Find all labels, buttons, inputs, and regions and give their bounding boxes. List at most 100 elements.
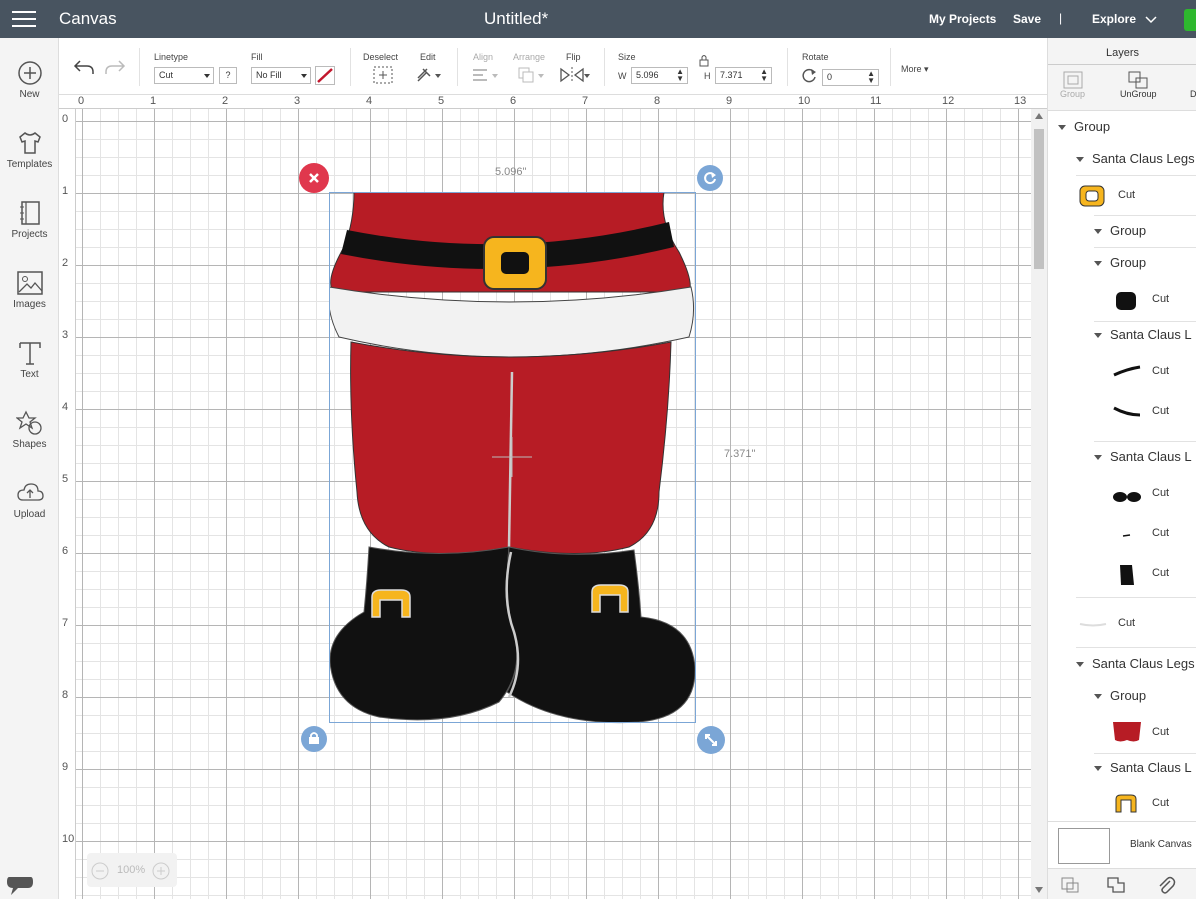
deselect-icon[interactable] <box>373 66 393 84</box>
layer-label: Cut <box>1118 189 1136 201</box>
ruler-tick: 1 <box>150 95 157 107</box>
image-icon <box>16 271 43 295</box>
rotate-label: Rotate <box>802 52 829 62</box>
layer-label: Group <box>1074 119 1111 134</box>
fill-select[interactable]: No Fill <box>251 67 311 84</box>
stepper-arrows-icon[interactable]: ▲ ▼ <box>760 68 768 83</box>
zoom-out-icon[interactable] <box>91 862 109 880</box>
buckle-thumbnail-icon <box>1079 185 1105 207</box>
height-input[interactable]: 7.371 ▲ ▼ <box>715 67 772 84</box>
rotate-icon <box>802 68 816 83</box>
edit-tools-icon[interactable] <box>415 66 443 84</box>
layer-label: Cut <box>1152 365 1170 377</box>
delete-handle[interactable] <box>299 163 329 193</box>
layer-row-group[interactable]: Santa Claus L <box>1094 449 1196 464</box>
attach-paperclip-icon[interactable] <box>1156 875 1176 895</box>
stepper-arrows-icon[interactable]: ▲ ▼ <box>676 68 684 83</box>
undo-icon[interactable] <box>73 58 95 76</box>
layer-row-cut[interactable]: Cut <box>1048 479 1196 519</box>
lock-proportions-handle[interactable] <box>301 726 327 752</box>
group-button[interactable]: Group <box>1060 71 1085 99</box>
ungroup-icon <box>1128 71 1148 89</box>
layer-divider <box>1094 441 1196 442</box>
layer-label: Santa Claus L <box>1110 760 1192 775</box>
ruler-tick: 7 <box>62 617 69 629</box>
color-swatch-icon[interactable] <box>315 66 335 85</box>
ruler-tick: 2 <box>62 257 69 269</box>
layer-row-group[interactable]: Group <box>1094 688 1196 703</box>
ruler-tick: 8 <box>654 95 661 107</box>
layer-row-cut[interactable]: Cut <box>1048 787 1196 821</box>
my-projects-link[interactable]: My Projects <box>929 12 996 26</box>
left-ruler: 0 1 2 3 4 5 6 7 8 9 10 <box>59 109 76 899</box>
layer-row-cut[interactable]: Cut <box>1048 519 1196 559</box>
sidebar-item-images[interactable]: Images <box>0 270 59 310</box>
blank-canvas-swatch[interactable] <box>1058 828 1110 864</box>
layers-header: Layers <box>1048 38 1196 65</box>
deselect-label: Deselect <box>363 52 399 62</box>
layer-row-cut[interactable]: Cut <box>1048 285 1196 325</box>
design-canvas[interactable]: 0 1 2 3 4 5 6 7 8 9 10 11 12 13 0 1 2 3 … <box>59 95 1047 899</box>
layer-label: Santa Claus Legs <box>1092 151 1195 166</box>
lock-icon[interactable] <box>698 54 710 67</box>
layer-row-group[interactable]: Santa Claus Legs <box>1076 151 1196 166</box>
zoom-in-icon[interactable] <box>152 862 170 880</box>
linetype-value: Cut <box>159 70 174 80</box>
layer-row-group[interactable]: Santa Claus Legs <box>1076 656 1196 671</box>
blank-canvas-row[interactable]: Blank Canvas <box>1048 821 1196 868</box>
height-dimension-label: 7.371" <box>724 448 756 460</box>
sidebar-item-projects[interactable]: Projects <box>0 200 59 240</box>
scroll-up-icon[interactable] <box>1035 113 1043 119</box>
scrollbar-thumb[interactable] <box>1034 129 1044 269</box>
resize-handle[interactable] <box>697 726 725 754</box>
hamburger-menu-icon[interactable] <box>12 11 36 29</box>
flip-icon[interactable] <box>559 66 591 84</box>
vertical-scrollbar[interactable] <box>1031 109 1047 899</box>
chat-bubble-icon[interactable] <box>6 874 34 898</box>
layer-row-cut[interactable]: Cut <box>1048 716 1196 756</box>
sidebar-item-label: Images <box>13 299 46 310</box>
layer-row-cut[interactable]: Cut <box>1048 357 1196 397</box>
sidebar-item-new[interactable]: New <box>0 60 59 100</box>
linetype-select[interactable]: Cut <box>154 67 214 84</box>
rotate-input[interactable]: 0 ▲ ▼ <box>822 69 879 86</box>
slice-icon[interactable] <box>1060 876 1080 894</box>
layer-row-group[interactable]: Group <box>1094 255 1196 270</box>
layer-row-group[interactable]: Group <box>1058 119 1196 134</box>
make-button[interactable] <box>1184 9 1196 31</box>
layer-row-group[interactable]: Santa Claus L <box>1094 327 1196 342</box>
boot-buckle-thumbnail-icon <box>1115 794 1137 813</box>
zoom-level: 100% <box>117 864 146 876</box>
layer-row-cut[interactable]: Cut <box>1048 397 1196 437</box>
ruler-tick: 7 <box>582 95 589 107</box>
save-button[interactable]: Save <box>1013 12 1041 26</box>
sidebar-item-templates[interactable]: Templates <box>0 130 59 170</box>
layer-label: Cut <box>1152 726 1170 738</box>
scroll-down-icon[interactable] <box>1035 887 1043 893</box>
linetype-help-button[interactable]: ? <box>219 67 237 84</box>
ruler-tick: 12 <box>942 95 955 107</box>
weld-icon[interactable] <box>1106 876 1126 894</box>
layers-panel: Layers Group UnGroup D Group Santa Claus… <box>1047 38 1196 899</box>
layer-row-group[interactable]: Group <box>1094 223 1196 238</box>
explore-dropdown[interactable]: Explore <box>1092 12 1157 26</box>
redo-icon[interactable] <box>104 58 126 76</box>
ruler-tick: 11 <box>870 95 882 107</box>
more-dropdown[interactable]: More ▾ <box>901 64 929 75</box>
ruler-tick: 3 <box>62 329 69 341</box>
width-input[interactable]: 5.096 ▲ ▼ <box>631 67 688 84</box>
top-bar: Canvas Untitled* My Projects Save | Expl… <box>0 0 1196 38</box>
layer-row-cut[interactable]: Cut <box>1048 609 1196 649</box>
layer-row-cut[interactable]: Cut <box>1048 559 1196 599</box>
stepper-arrows-icon[interactable]: ▲ ▼ <box>867 70 875 85</box>
sidebar-item-shapes[interactable]: Shapes <box>0 410 59 450</box>
rotate-handle[interactable] <box>697 165 723 191</box>
resize-arrows-icon <box>705 734 717 746</box>
layers-list: Group Santa Claus Legs Cut Group Group C… <box>1048 111 1196 821</box>
ungroup-button[interactable]: UnGroup <box>1120 71 1157 99</box>
document-title[interactable]: Untitled* <box>484 9 548 29</box>
sidebar-item-text[interactable]: Text <box>0 340 59 380</box>
layer-row-group[interactable]: Santa Claus L <box>1094 760 1196 775</box>
sidebar-item-upload[interactable]: Upload <box>0 480 59 520</box>
detach-button[interactable]: D <box>1190 89 1196 99</box>
